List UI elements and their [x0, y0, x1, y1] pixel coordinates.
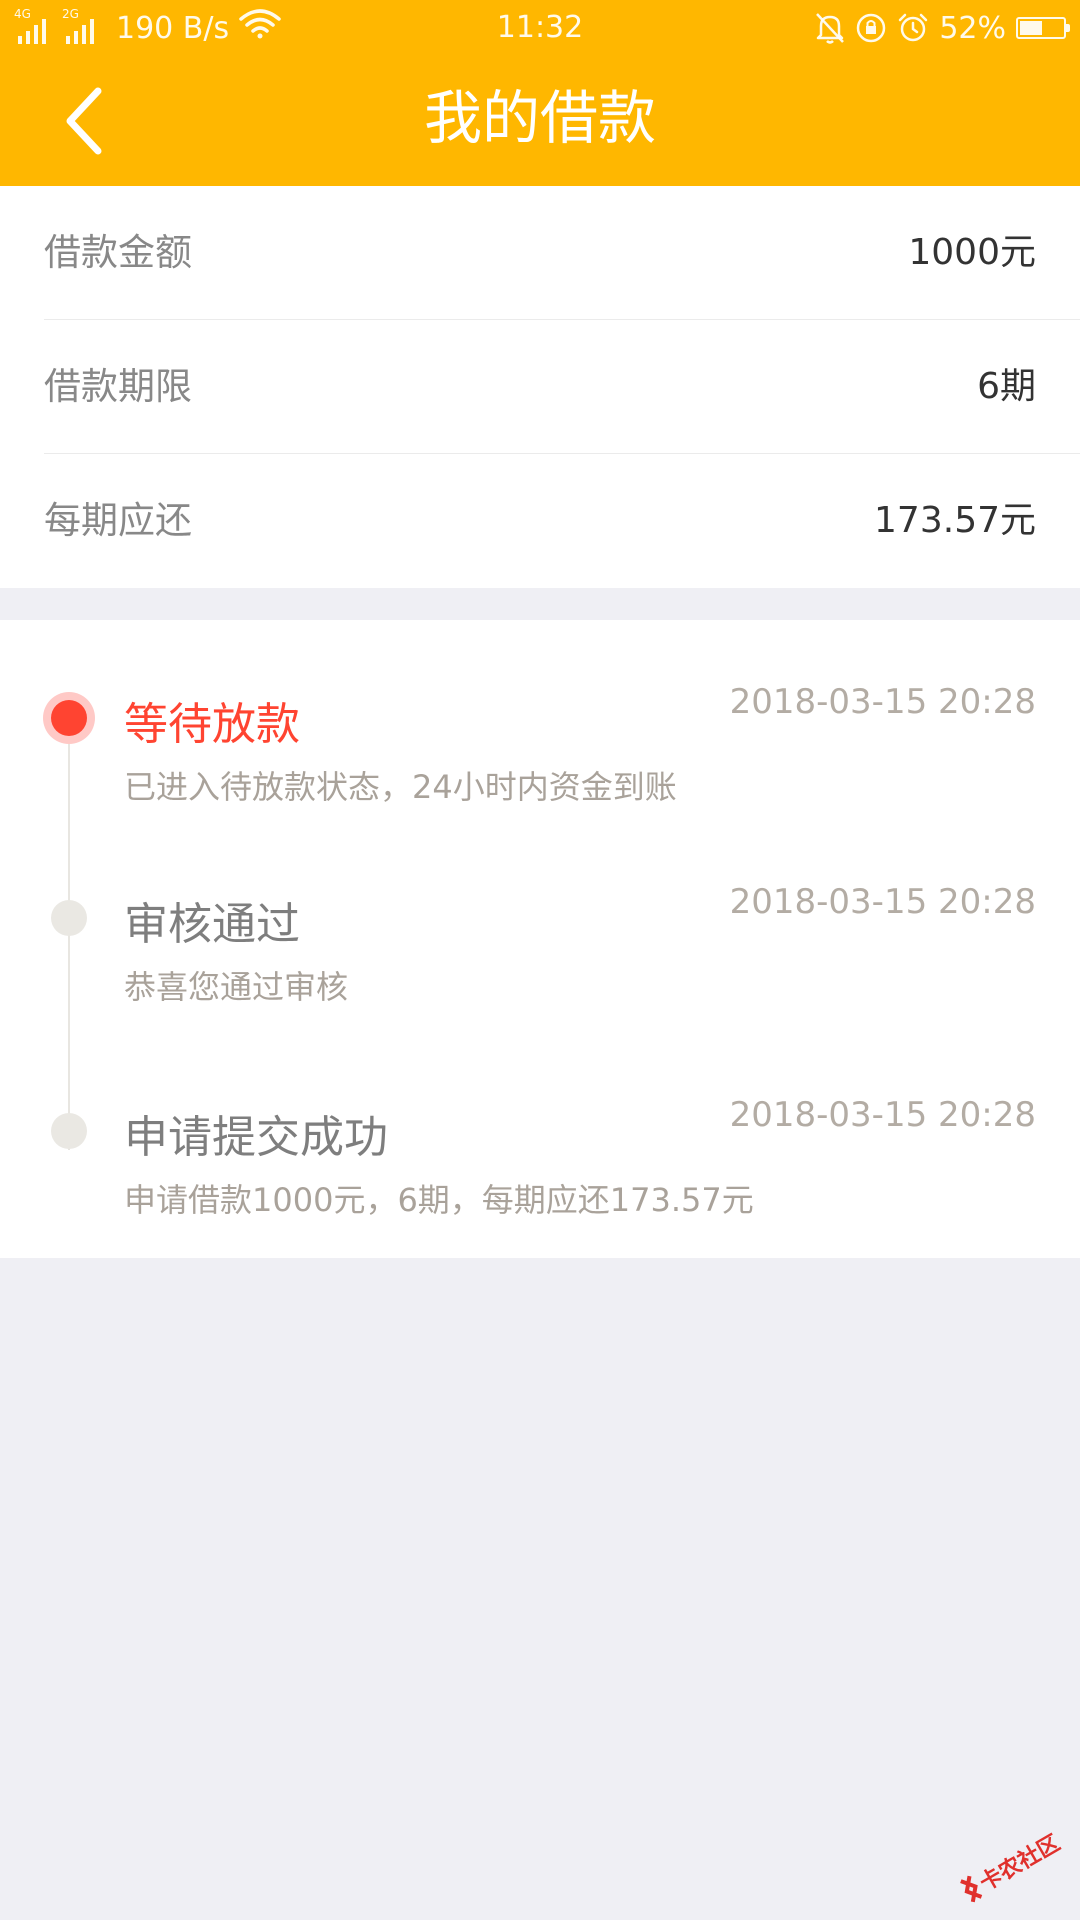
- timeline-item-review-passed: 审核通过 2018-03-15 20:28 恭喜您通过审核: [0, 874, 1080, 1064]
- app-root: 4G 2G 190 B/s 11:32 52% 我的借款 借款金额 1000元 …: [0, 0, 1080, 1920]
- loan-status-timeline: 等待放款 2018-03-15 20:28 已进入待放款状态，24小时内资金到账…: [0, 620, 1080, 1258]
- info-value: 173.57元: [874, 500, 1036, 541]
- info-label: 借款金额: [44, 231, 192, 274]
- loan-info-card: 借款金额 1000元 借款期限 6期 每期应还 173.57元: [0, 186, 1080, 588]
- step-title: 申请提交成功: [124, 1112, 388, 1163]
- step-time: 2018-03-15 20:28: [729, 882, 1036, 922]
- status-bar-right: 52%: [805, 10, 1070, 46]
- timeline-dot-active: [43, 692, 95, 744]
- step-time: 2018-03-15 20:28: [729, 682, 1036, 722]
- step-desc: 恭喜您通过审核: [124, 968, 349, 1006]
- battery-icon: [1016, 17, 1070, 39]
- step-desc: 已进入待放款状态，24小时内资金到账: [124, 768, 677, 806]
- svg-text:卡农社区: 卡农社区: [975, 1830, 1064, 1897]
- nav-bar: 我的借款: [0, 56, 1080, 186]
- timeline-dot: [51, 1113, 87, 1149]
- info-label: 每期应还: [44, 499, 192, 542]
- timeline-dot: [51, 900, 87, 936]
- status-bar: 4G 2G 190 B/s 11:32 52%: [0, 0, 1080, 56]
- mute-icon: [815, 12, 845, 44]
- battery-level: [1020, 21, 1042, 35]
- step-desc: 申请借款1000元，6期，每期应还173.57元: [124, 1181, 754, 1219]
- header: 4G 2G 190 B/s 11:32 52% 我的借款: [0, 0, 1080, 186]
- step-time: 2018-03-15 20:28: [729, 1095, 1036, 1135]
- info-label: 借款期限: [44, 365, 192, 408]
- timeline-item-application-submitted: 申请提交成功 2018-03-15 20:28 申请借款1000元，6期，每期应…: [0, 1087, 1080, 1277]
- step-title: 等待放款: [124, 699, 300, 750]
- step-title: 审核通过: [124, 899, 300, 950]
- info-row-installment: 每期应还 173.57元: [44, 454, 1080, 588]
- page-title: 我的借款: [423, 84, 656, 152]
- rotation-lock-icon: [855, 12, 887, 44]
- watermark-logo: 卡农社区: [948, 1813, 1073, 1920]
- timeline-item-waiting-disbursement: 等待放款 2018-03-15 20:28 已进入待放款状态，24小时内资金到账: [0, 660, 1080, 850]
- info-value: 1000元: [908, 232, 1036, 273]
- info-row-amount: 借款金额 1000元: [44, 186, 1080, 320]
- alarm-icon: [897, 12, 929, 44]
- battery-percent: 52%: [939, 10, 1006, 46]
- info-row-term: 借款期限 6期: [44, 320, 1080, 454]
- info-value: 6期: [977, 366, 1036, 407]
